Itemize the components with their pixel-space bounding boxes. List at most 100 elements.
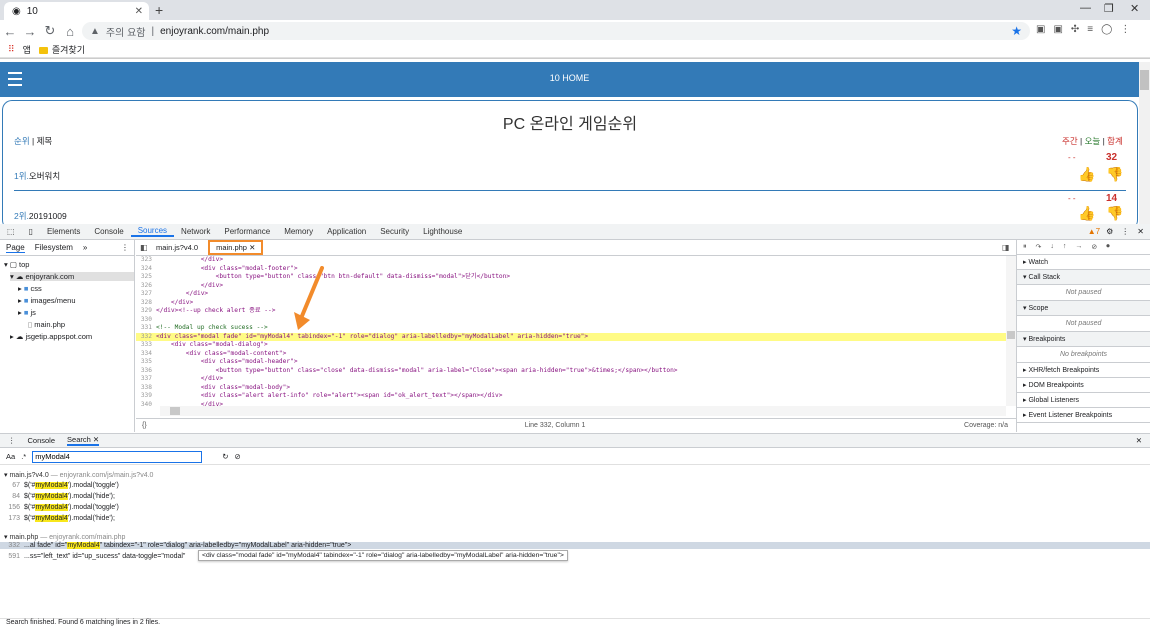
tab-elements[interactable]: Elements xyxy=(40,227,87,236)
code-line[interactable]: 339 <div class="alert alert-info" role="… xyxy=(136,392,1006,401)
dom-breakpoints-section[interactable]: ▸ DOM Breakpoints xyxy=(1017,378,1150,393)
pause-icon[interactable]: ⏸ xyxy=(1023,243,1027,251)
line-number[interactable]: 329 xyxy=(136,307,156,316)
drawer-menu-icon[interactable]: ⋮ xyxy=(8,436,16,445)
search-input[interactable] xyxy=(32,450,203,463)
editor-tab-mainphp[interactable]: main.php ✕ xyxy=(208,240,264,255)
title-link[interactable]: 제목 xyxy=(37,136,53,146)
line-number[interactable]: 340 xyxy=(136,401,156,407)
line-number[interactable]: 332 xyxy=(136,333,156,342)
code-line[interactable]: 329 </div><!--up check alert 종료 --> xyxy=(136,307,1006,316)
line-number[interactable]: 324 xyxy=(136,265,156,274)
drawer-tab-console[interactable]: Console xyxy=(28,436,56,445)
inspect-icon[interactable]: ⬚ xyxy=(0,227,22,236)
tab-security[interactable]: Security xyxy=(373,227,416,236)
address-bar[interactable]: ▲ 주의 요함 | enjoyrank.com/main.php ★ xyxy=(82,22,1030,40)
code-line[interactable]: 338 <div class="modal-body"> xyxy=(136,384,1006,393)
site-home-link[interactable]: 10 HOME xyxy=(0,73,1139,83)
tab-sources[interactable]: Sources xyxy=(130,226,175,237)
code-line[interactable]: 334 <div class="modal-content"> xyxy=(136,350,1006,359)
line-number[interactable]: 333 xyxy=(136,341,156,350)
reading-list-icon[interactable]: ≡ xyxy=(1087,24,1093,35)
profile-icon[interactable]: ◯ xyxy=(1101,24,1112,35)
code-line[interactable]: 324 <div class="modal-footer"> xyxy=(136,265,1006,274)
weekly-link[interactable]: 주간 xyxy=(1062,136,1078,146)
star-icon[interactable]: ★ xyxy=(1011,24,1022,38)
back-icon[interactable]: ← xyxy=(0,24,20,39)
total-link[interactable]: 합계 xyxy=(1107,136,1123,146)
minimize-icon[interactable]: — xyxy=(1080,2,1091,14)
editor-hscrollbar[interactable] xyxy=(160,406,1006,416)
line-number[interactable]: 327 xyxy=(136,290,156,299)
line-number[interactable]: 325 xyxy=(136,273,156,282)
close-tab-icon[interactable]: ✕ xyxy=(135,6,143,17)
tab-lighthouse[interactable]: Lighthouse xyxy=(416,227,469,236)
line-number[interactable]: 338 xyxy=(136,384,156,393)
menu-dots-icon[interactable]: ⋮ xyxy=(1120,24,1130,35)
tab-console[interactable]: Console xyxy=(87,227,130,236)
extension-2-icon[interactable]: ▣ xyxy=(1053,24,1062,35)
tree-item-domain[interactable]: ▾ ☁ enjoyrank.com xyxy=(10,272,134,281)
code-line[interactable]: 328 </div> xyxy=(136,299,1006,308)
tree-item-mainphp[interactable]: ▯ main.php xyxy=(28,320,65,329)
global-listeners-section[interactable]: ▸ Global Listeners xyxy=(1017,393,1150,408)
code-editor[interactable]: 323 </div> 324 <div class="modal-footer">… xyxy=(136,256,1006,406)
clear-icon[interactable]: ⊘ xyxy=(235,452,241,461)
drawer-tab-search[interactable]: Search ✕ xyxy=(67,435,100,446)
editor-scrollbar[interactable] xyxy=(1006,256,1016,406)
list-item[interactable]: 2위.20191009 xyxy=(14,210,67,222)
tree-item-images[interactable]: ▸ ■ images/menu xyxy=(18,296,76,305)
new-tab-button[interactable]: + xyxy=(155,2,163,18)
pause-on-exceptions-icon[interactable]: ⏺ xyxy=(1106,243,1110,251)
toggle-navigator-icon[interactable]: ◧ xyxy=(140,243,148,252)
pretty-print-button[interactable]: {} xyxy=(142,422,147,429)
tree-item-top[interactable]: ▾ ▢ top xyxy=(4,260,29,269)
code-line[interactable]: 336 <button type="button" class="close" … xyxy=(136,367,1006,376)
deactivate-breakpoints-icon[interactable]: ⊘ xyxy=(1091,243,1097,251)
list-item[interactable]: 1위.오버워치 xyxy=(14,170,60,182)
search-file-mainphp[interactable]: ▾ main.php — enjoyrank.com/main.php xyxy=(4,533,125,541)
tree-item-jsgetip[interactable]: ▸ ☁ jsgetip.appspot.com xyxy=(10,332,92,341)
line-number[interactable]: 328 xyxy=(136,299,156,308)
bookmark-favorites[interactable]: 즐겨찾기 xyxy=(38,43,85,56)
line-number[interactable]: 334 xyxy=(136,350,156,359)
line-number[interactable]: 331 xyxy=(136,324,156,333)
search-result-line-selected[interactable]: 332 ...al fade" id="myModal4" tabindex="-… xyxy=(0,542,1150,549)
code-line[interactable]: 325 <button type="button" class="btn btn… xyxy=(136,273,1006,282)
forward-icon[interactable]: → xyxy=(20,24,40,39)
restore-icon[interactable]: ❐ xyxy=(1104,2,1114,15)
thumbs-up-icon[interactable]: 👍 xyxy=(1078,205,1095,222)
code-line[interactable]: 335 <div class="modal-header"> xyxy=(136,358,1006,367)
code-line[interactable]: 327 </div> xyxy=(136,290,1006,299)
thumbs-down-icon[interactable]: 👎 xyxy=(1106,166,1123,183)
code-line[interactable]: 323 </div> xyxy=(136,256,1006,265)
puzzle-icon[interactable]: ✣ xyxy=(1071,24,1079,35)
reload-icon[interactable]: ↻ xyxy=(40,23,60,39)
line-number[interactable]: 339 xyxy=(136,392,156,401)
bookmark-apps[interactable]: 앱 xyxy=(23,43,31,56)
scope-section[interactable]: ▾ Scope xyxy=(1017,301,1150,316)
regex-toggle[interactable]: .* xyxy=(21,452,26,461)
today-link[interactable]: 오늘 xyxy=(1085,136,1101,146)
tab-network[interactable]: Network xyxy=(174,227,217,236)
code-line[interactable]: 326 </div> xyxy=(136,282,1006,291)
step-icon[interactable]: → xyxy=(1075,243,1082,251)
line-number[interactable]: 335 xyxy=(136,358,156,367)
code-line[interactable]: 330 xyxy=(136,316,1006,325)
search-result-line[interactable]: 156 $('#myModal4').modal('toggle') xyxy=(6,504,119,511)
tree-item-js[interactable]: ▸ ■ js xyxy=(18,308,36,317)
call-stack-section[interactable]: ▾ Call Stack xyxy=(1017,270,1150,285)
page-scrollbar[interactable] xyxy=(1139,62,1150,224)
code-line[interactable]: 337 </div> xyxy=(136,375,1006,384)
tree-item-css[interactable]: ▸ ■ css xyxy=(18,284,42,293)
toggle-debugger-icon[interactable]: ◨ xyxy=(1002,243,1010,252)
line-number[interactable]: 337 xyxy=(136,375,156,384)
code-line[interactable]: 332 <div class="modal fade" id="myModal4"… xyxy=(136,332,1006,342)
xhr-breakpoints-section[interactable]: ▸ XHR/fetch Breakpoints xyxy=(1017,363,1150,378)
tab-page[interactable]: Page xyxy=(6,243,25,253)
thumbs-down-icon[interactable]: 👎 xyxy=(1106,205,1123,222)
search-result-line[interactable]: 591 ...ss="left_text" id="up_sucess" data… xyxy=(6,553,185,560)
device-icon[interactable]: ▯ xyxy=(22,227,40,236)
tab-memory[interactable]: Memory xyxy=(277,227,320,236)
step-over-icon[interactable]: ↷ xyxy=(1036,243,1042,251)
